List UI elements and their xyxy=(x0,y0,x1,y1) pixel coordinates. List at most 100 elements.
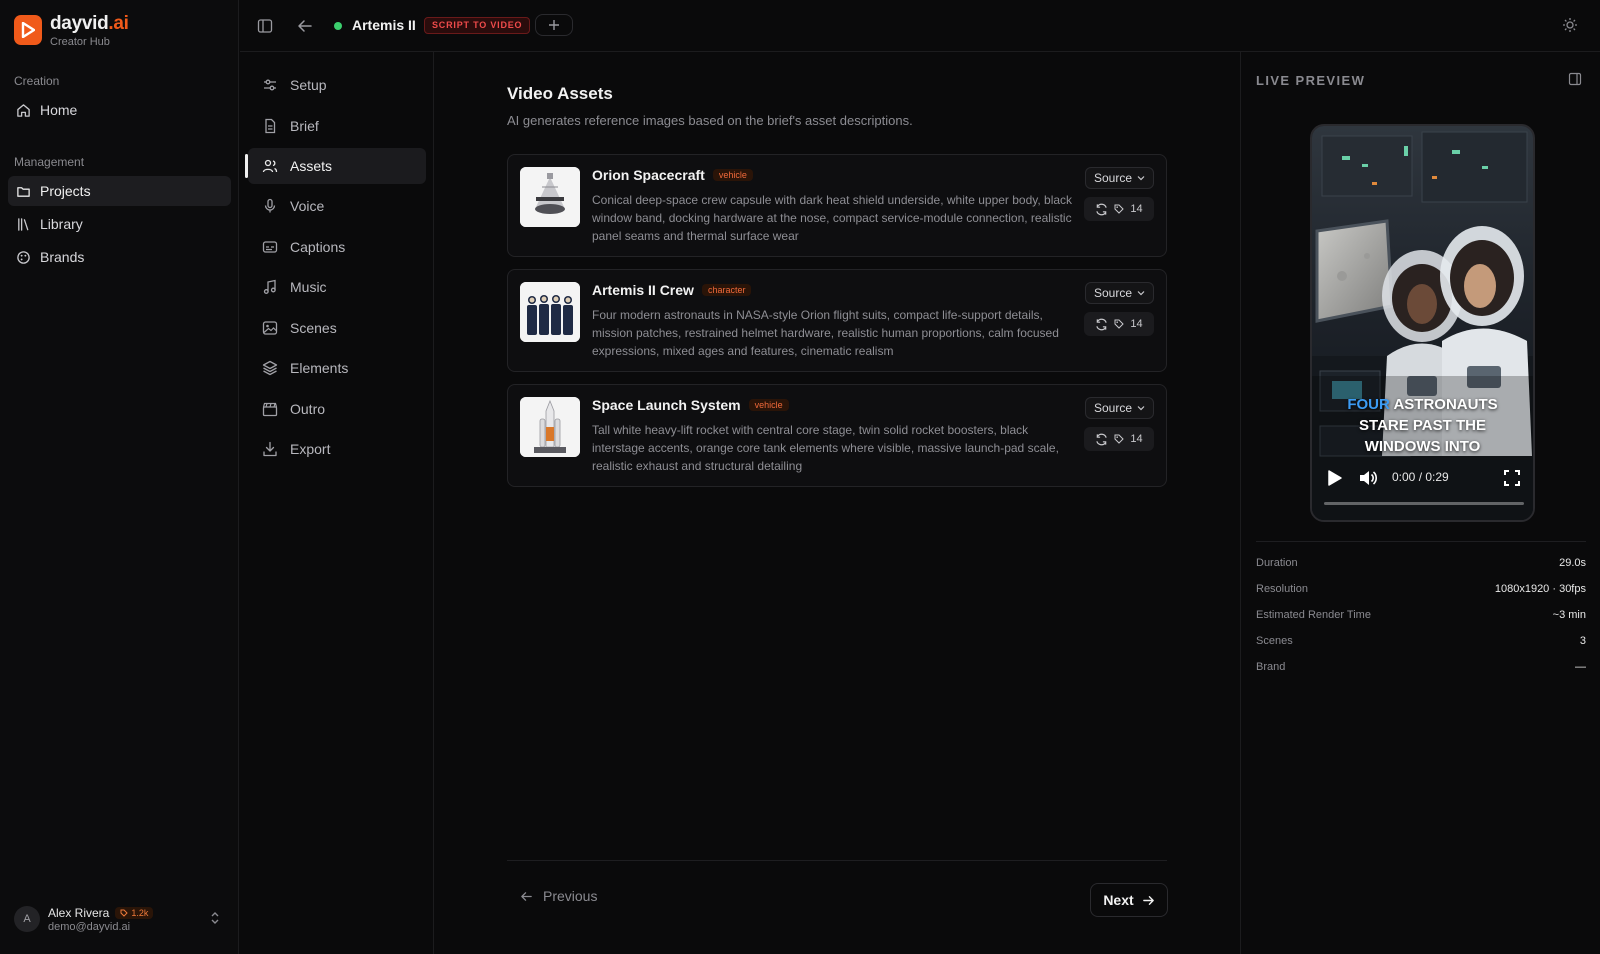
download-icon xyxy=(263,441,277,457)
tag-icon xyxy=(1114,434,1125,444)
palette-icon xyxy=(17,250,30,264)
source-dropdown[interactable]: Source xyxy=(1084,167,1154,189)
source-dropdown[interactable]: Source xyxy=(1084,282,1154,304)
regenerate-button[interactable]: 14 xyxy=(1084,427,1154,451)
preview-panel: LIVE PREVIEW FOUR ASTRONAUTS STARE PAST … xyxy=(1240,52,1600,954)
users-icon xyxy=(262,159,278,173)
playback-time: 0:00 / 0:29 xyxy=(1392,470,1449,484)
caption-overlay: FOUR ASTRONAUTS STARE PAST THE WINDOWS I… xyxy=(1347,396,1498,455)
home-icon xyxy=(17,103,30,117)
add-tab-button[interactable] xyxy=(535,14,573,36)
back-arrow-icon[interactable] xyxy=(296,17,314,35)
status-indicator xyxy=(334,22,342,30)
sidebar-item-label: Brands xyxy=(40,249,85,265)
asset-type-tag: vehicle xyxy=(748,399,789,411)
panel-divider xyxy=(1256,541,1586,542)
step-label: Export xyxy=(290,441,331,457)
step-setup[interactable]: Setup xyxy=(248,67,426,103)
video-preview[interactable]: FOUR ASTRONAUTS STARE PAST THE WINDOWS I… xyxy=(1310,124,1535,522)
volume-icon[interactable] xyxy=(1358,468,1378,488)
meta-row-resolution: Resolution 1080x1920 · 30fps xyxy=(1256,583,1586,595)
user-menu[interactable]: A Alex Rivera 1.2k demo@dayvid.ai xyxy=(14,902,229,936)
credit-cost: 14 xyxy=(1130,433,1143,445)
preview-label: LIVE PREVIEW xyxy=(1256,73,1366,88)
clapperboard-icon xyxy=(262,402,278,417)
chevron-up-down-icon[interactable] xyxy=(209,910,221,926)
asset-description: Tall white heavy-lift rocket with centra… xyxy=(592,423,1059,473)
regenerate-button[interactable]: 14 xyxy=(1084,312,1154,336)
sidebar-toggle-icon[interactable] xyxy=(256,17,274,35)
step-outro[interactable]: Outro xyxy=(248,391,426,427)
asset-description: Conical deep-space crew capsule with dar… xyxy=(592,193,1073,243)
sidebar-item-label: Home xyxy=(40,102,78,118)
step-label: Voice xyxy=(290,198,325,214)
preview-frame-image xyxy=(1312,126,1533,520)
panel-collapse-icon[interactable] xyxy=(1568,72,1582,86)
step-assets[interactable]: Assets xyxy=(245,148,426,184)
meta-row-scenes: Scenes 3 xyxy=(1256,635,1586,647)
main-sidebar: dayvid.ai Creator Hub Creation Home Mana… xyxy=(0,0,239,954)
tag-icon xyxy=(120,909,129,917)
asset-name: Orion Spacecraft xyxy=(592,167,705,183)
sidebar-item-projects[interactable]: Projects xyxy=(8,176,231,206)
chevron-down-icon xyxy=(1137,406,1145,411)
sidebar-item-library[interactable]: Library xyxy=(8,209,231,239)
previous-button[interactable]: Previous xyxy=(520,888,597,904)
credit-cost: 14 xyxy=(1130,203,1143,215)
captions-icon xyxy=(262,241,278,253)
asset-name: Artemis II Crew xyxy=(592,282,694,298)
arrow-right-icon xyxy=(1142,895,1154,905)
step-label: Music xyxy=(290,279,327,295)
video-progress-bar[interactable] xyxy=(1324,502,1524,505)
meta-row-brand: Brand — xyxy=(1256,661,1586,673)
asset-card: Space Launch System vehicle Tall white h… xyxy=(507,384,1167,487)
next-button[interactable]: Next xyxy=(1090,883,1168,917)
play-icon[interactable] xyxy=(1324,468,1344,488)
app-name: dayvid.ai xyxy=(50,13,129,34)
project-name[interactable]: Artemis II xyxy=(352,17,416,33)
step-export[interactable]: Export xyxy=(248,431,426,467)
footer-divider xyxy=(507,860,1167,861)
section-label-creation: Creation xyxy=(14,74,60,88)
asset-type-tag: vehicle xyxy=(712,169,753,181)
page-title: Video Assets xyxy=(507,84,613,103)
workflow-steps: Setup Brief Assets Voice Captions Music … xyxy=(240,52,434,954)
microphone-icon xyxy=(264,198,276,213)
asset-name: Space Launch System xyxy=(592,397,741,413)
tag-icon xyxy=(1114,319,1125,329)
folder-icon xyxy=(17,186,30,197)
sidebar-item-label: Projects xyxy=(40,183,91,199)
step-label: Outro xyxy=(290,401,326,417)
regenerate-button[interactable]: 14 xyxy=(1084,197,1154,221)
section-label-management: Management xyxy=(14,155,85,169)
refresh-icon xyxy=(1096,318,1108,330)
step-scenes[interactable]: Scenes xyxy=(248,310,426,346)
step-music[interactable]: Music xyxy=(248,269,426,305)
meta-row-duration: Duration 29.0s xyxy=(1256,557,1586,569)
app-logo[interactable]: dayvid.ai Creator Hub xyxy=(14,14,129,48)
asset-thumbnail-rocket[interactable] xyxy=(520,397,580,457)
step-brief[interactable]: Brief xyxy=(248,108,426,144)
step-voice[interactable]: Voice xyxy=(248,188,426,224)
step-label: Brief xyxy=(290,118,319,134)
credits-badge: 1.2k xyxy=(115,906,154,919)
app-subtitle: Creator Hub xyxy=(50,36,110,48)
sun-icon[interactable] xyxy=(1562,17,1578,33)
step-elements[interactable]: Elements xyxy=(248,350,426,386)
fullscreen-icon[interactable] xyxy=(1503,469,1521,487)
plus-icon xyxy=(549,20,559,30)
top-bar: Artemis II SCRIPT TO VIDEO xyxy=(240,0,1600,52)
asset-thumbnail-spacecraft[interactable] xyxy=(520,167,580,227)
document-icon xyxy=(265,118,276,134)
source-dropdown[interactable]: Source xyxy=(1084,397,1154,419)
sidebar-item-brands[interactable]: Brands xyxy=(8,242,231,272)
sliders-icon xyxy=(264,79,276,91)
tag-icon xyxy=(1114,204,1125,214)
step-label: Setup xyxy=(290,77,327,93)
asset-thumbnail-crew[interactable] xyxy=(520,282,580,342)
asset-description: Four modern astronauts in NASA-style Ori… xyxy=(592,308,1059,358)
sidebar-item-home[interactable]: Home xyxy=(8,95,231,125)
step-label: Captions xyxy=(290,239,346,255)
step-captions[interactable]: Captions xyxy=(248,229,426,265)
asset-type-tag: character xyxy=(701,284,752,296)
